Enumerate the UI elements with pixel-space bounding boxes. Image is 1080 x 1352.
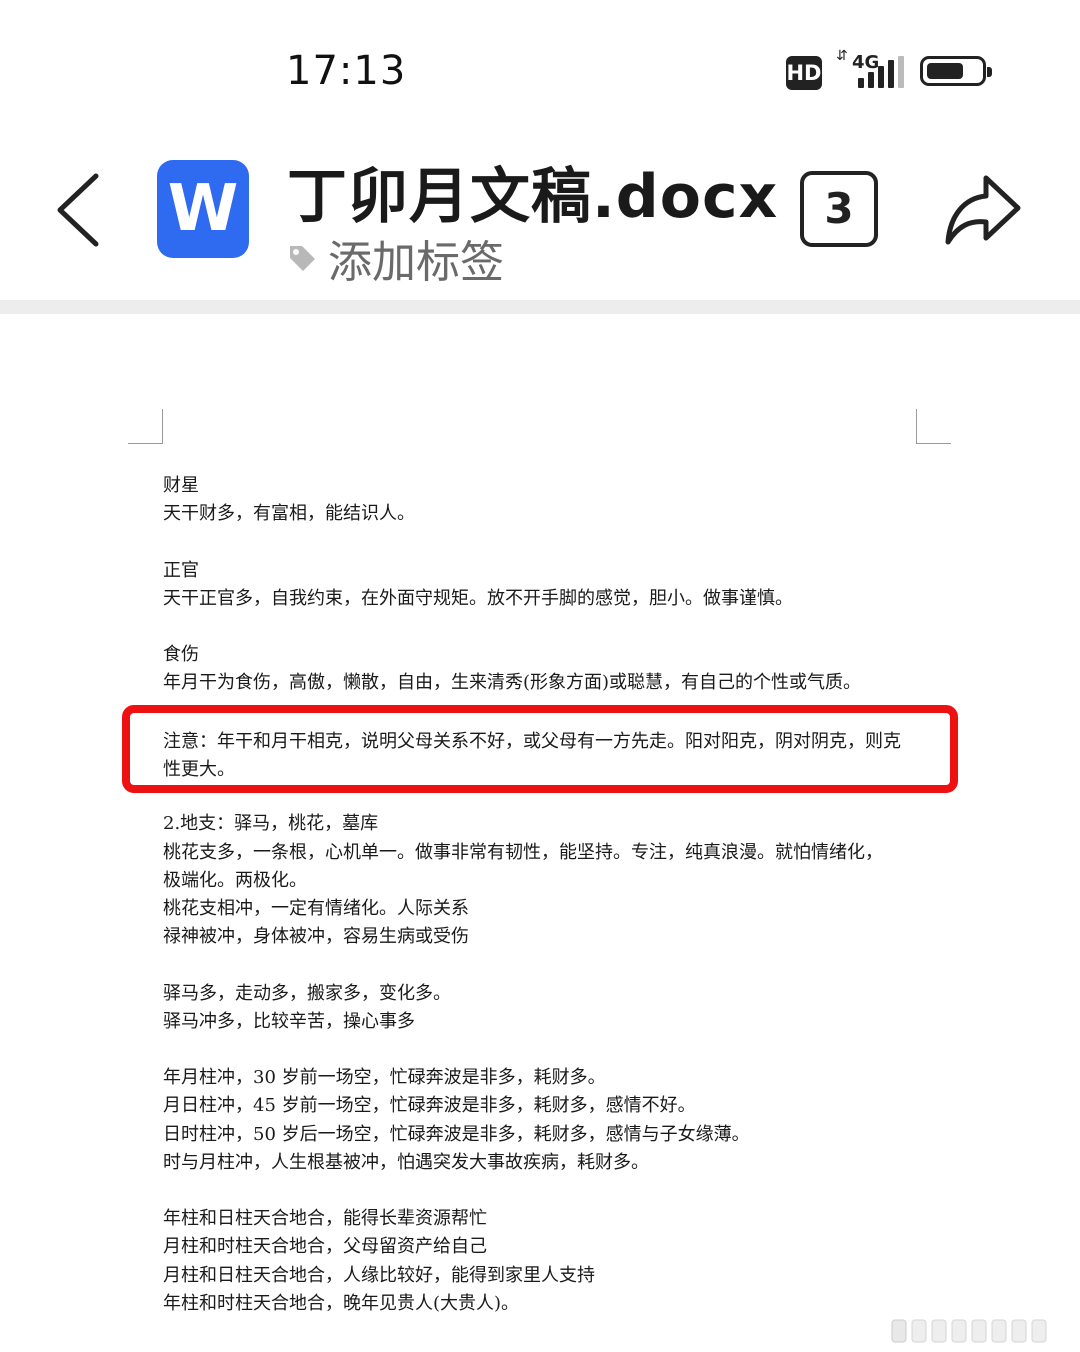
back-button[interactable]: [50, 166, 110, 256]
section-heading: 食伤: [163, 644, 199, 666]
network-type: 4G: [852, 52, 880, 73]
section-zhuchong: 年月柱冲，30 岁前一场空，忙碌奔波是非多，耗财多。 月日柱冲，45 岁前一场空…: [163, 1064, 923, 1177]
doc-line: 日时柱冲，50 岁后一场空，忙碌奔波是非多，耗财多，感情与子女缘薄。: [163, 1123, 750, 1145]
section-tianhe: 年柱和日柱天合地合，能得长辈资源帮忙 月柱和时柱天合地合，父母留资产给自己 月柱…: [163, 1205, 923, 1318]
section-shishang: 食伤 年月干为食伤，高傲，懒散，自由，生来清秀(形象方面)或聪慧，有自己的个性或…: [163, 641, 923, 697]
word-app-icon: W: [157, 160, 249, 258]
document-body: 财星 天干财多，有富相，能结识人。 正官 天干正官多，自我约束，在外面守规矩。放…: [163, 472, 923, 1318]
doc-line: 年柱和时柱天合地合，晚年见贵人(大贵人)。: [163, 1292, 520, 1314]
share-arrow-icon: [945, 175, 1021, 245]
document-page[interactable]: 财星 天干财多，有富相，能结识人。 正官 天干正官多，自我约束，在外面守规矩。放…: [0, 314, 1080, 1352]
note-text: 注意：年干和月干相克，说明父母关系不好，或父母有一方先走。阳对阳克，阴对阴克，则…: [163, 728, 933, 784]
section-caixing: 财星 天干财多，有富相，能结识人。: [163, 472, 923, 528]
doc-line: 年月干为食伤，高傲，懒散，自由，生来清秀(形象方面)或聪慧，有自己的个性或气质。: [163, 672, 862, 694]
doc-line: 月柱和时柱天合地合，父母留资产给自己: [163, 1236, 487, 1258]
note-line: 性更大。: [163, 759, 235, 781]
doc-line: 驿马冲多，比较辛苦，操心事多: [163, 1010, 415, 1032]
header-divider: [0, 300, 1080, 314]
doc-line: 天干财多，有富相，能结识人。: [163, 503, 415, 525]
doc-line: 月日柱冲，45 岁前一场空，忙碌奔波是非多，耗财多，感情不好。: [163, 1095, 696, 1117]
doc-line: 月柱和日柱天合地合，人缘比较好，能得到家里人支持: [163, 1264, 595, 1286]
section-zhengguan: 正官 天干正官多，自我约束，在外面守规矩。放不开手脚的感觉，胆小。做事谨慎。: [163, 557, 923, 613]
doc-line: 禄神被冲，身体被冲，容易生病或受伤: [163, 926, 469, 948]
add-tag-button[interactable]: 添加标签: [286, 228, 504, 288]
doc-line: 时与月柱冲，人生根基被冲，怕遇突发大事故疾病，耗财多。: [163, 1151, 649, 1173]
section-heading: 2.地支：驿马，桃花，墓库: [163, 813, 379, 835]
doc-line: 桃花支相冲，一定有情绪化。人际关系: [163, 897, 469, 919]
section-yima: 驿马多，走动多，搬家多，变化多。 驿马冲多，比较辛苦，操心事多: [163, 980, 923, 1036]
signal-4g-icon: ⇵ 4G: [836, 48, 906, 90]
doc-line: 年月柱冲，30 岁前一场空，忙碌奔波是非多，耗财多。: [163, 1067, 606, 1089]
margin-corner-right: [916, 409, 951, 444]
tag-icon: [290, 246, 315, 271]
margin-corner-left: [128, 409, 163, 444]
note-line: 注意：年干和月干相克，说明父母关系不好，或父母有一方先走。阳对阳克，阴对阴克，则…: [163, 731, 901, 752]
section-heading: 正官: [163, 559, 199, 581]
section-heading: 财星: [163, 475, 199, 496]
battery-icon: [920, 56, 992, 86]
doc-line: 桃花支多，一条根，心机单一。做事非常有韧性，能坚持。专注，纯真浪漫。就怕情绪化，: [163, 841, 883, 863]
add-tag-label: 添加标签: [328, 237, 504, 288]
doc-line: 驿马多，走动多，搬家多，变化多。: [163, 982, 451, 1004]
file-title: 丁卯月文稿.docx: [287, 162, 779, 232]
page-turn-icon[interactable]: [890, 1318, 1065, 1344]
doc-line: 年柱和日柱天合地合，能得长辈资源帮忙: [163, 1208, 487, 1230]
share-button[interactable]: [942, 170, 1026, 250]
tab-count-button[interactable]: 3: [800, 171, 878, 247]
hd-badge: HD: [786, 56, 822, 90]
doc-line: 天干正官多，自我约束，在外面守规矩。放不开手脚的感觉，胆小。做事谨慎。: [163, 587, 793, 609]
doc-line: 极端化。两极化。: [163, 869, 307, 891]
section-dizhi: 2.地支：驿马，桃花，墓库 桃花支多，一条根，心机单一。做事非常有韧性，能坚持。…: [163, 810, 923, 951]
data-arrows-icon: ⇵: [836, 48, 848, 64]
status-time: 17:13: [286, 48, 407, 94]
chevron-left-icon: [57, 173, 99, 247]
